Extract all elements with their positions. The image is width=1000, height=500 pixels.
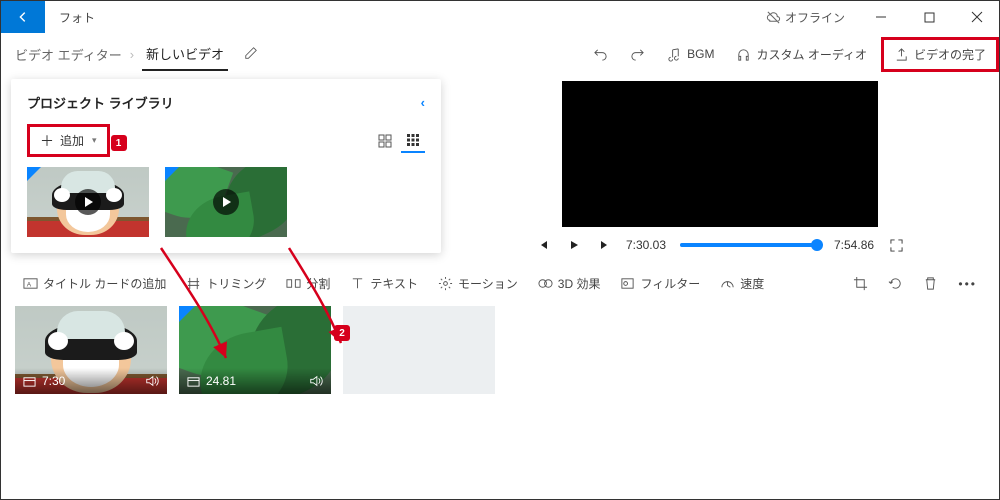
3d-label: 3D 効果: [558, 275, 601, 292]
motion-icon: [438, 276, 453, 291]
library-thumb-2[interactable]: [165, 167, 287, 237]
3d-effects-button[interactable]: 3D 効果: [530, 269, 609, 298]
finish-video-label: ビデオの完了: [914, 46, 986, 63]
rotate-icon: [888, 276, 903, 291]
time-total: 7:54.86: [834, 238, 874, 252]
body: プロジェクト ライブラリ ‹ ＋ 追加 ▾ 1: [1, 75, 999, 253]
filter-icon: [620, 276, 635, 291]
minimize-icon: [875, 11, 887, 23]
video-preview[interactable]: [562, 81, 878, 227]
duration-icon: [23, 375, 36, 388]
undo-icon: [593, 47, 608, 62]
svg-text:A: A: [27, 281, 32, 288]
project-name[interactable]: 新しいビデオ: [142, 38, 228, 71]
close-icon: [971, 11, 983, 23]
grid-large-icon: [378, 134, 392, 148]
annotation-arrow-2: [269, 243, 389, 363]
callout-badge-1: 1: [111, 135, 127, 151]
back-button[interactable]: [1, 1, 45, 33]
maximize-icon: [924, 12, 935, 23]
close-button[interactable]: [955, 1, 999, 33]
motion-label: モーション: [458, 275, 518, 292]
crop-icon: [853, 276, 868, 291]
command-bar: ビデオ エディター › 新しいビデオ BGM カスタム オーディオ ビデオの完了: [1, 33, 999, 75]
speed-icon: [720, 276, 735, 291]
bgm-button[interactable]: BGM: [659, 41, 722, 68]
3d-icon: [538, 276, 553, 291]
volume-icon: [309, 374, 323, 388]
fullscreen-icon: [890, 239, 903, 252]
more-button[interactable]: •••: [950, 271, 985, 297]
headphones-icon: [736, 47, 751, 62]
time-current: 7:30.03: [626, 238, 666, 252]
maximize-button[interactable]: [907, 1, 951, 33]
plus-icon: ＋: [40, 134, 54, 148]
annotation-arrow-1: [131, 243, 251, 373]
redo-icon: [630, 47, 645, 62]
prev-icon: [538, 239, 550, 251]
seek-slider[interactable]: [680, 243, 820, 247]
play-icon: [213, 189, 239, 215]
finish-video-button[interactable]: ビデオの完了: [884, 40, 996, 69]
callout-3: ビデオの完了 3: [881, 37, 999, 72]
pencil-icon: [244, 46, 258, 60]
view-small-button[interactable]: [401, 129, 425, 153]
more-icon: •••: [958, 277, 977, 291]
minimize-button[interactable]: [859, 1, 903, 33]
offline-label: オフライン: [785, 9, 845, 26]
next-icon: [598, 239, 610, 251]
music-icon: [667, 47, 682, 62]
rotate-button[interactable]: [880, 270, 911, 297]
custom-audio-button[interactable]: カスタム オーディオ: [728, 40, 875, 69]
custom-audio-label: カスタム オーディオ: [756, 46, 867, 63]
play-icon: [568, 239, 580, 251]
export-icon: [894, 47, 909, 62]
callout-badge-2: 2: [334, 325, 350, 341]
undo-button[interactable]: [585, 41, 616, 68]
fullscreen-button[interactable]: [888, 237, 904, 253]
collapse-library-button[interactable]: ‹: [421, 95, 425, 110]
prev-frame-button[interactable]: [536, 237, 552, 253]
title-card-icon: A: [23, 276, 38, 291]
offline-indicator: オフライン: [756, 9, 855, 26]
project-library-card: プロジェクト ライブラリ ‹ ＋ 追加 ▾ 1: [11, 79, 441, 253]
crop-button[interactable]: [845, 270, 876, 297]
playback-controls: 7:30.03 7:54.86: [536, 237, 904, 253]
redo-button[interactable]: [622, 41, 653, 68]
arrow-left-icon: [16, 10, 30, 24]
next-frame-button[interactable]: [596, 237, 612, 253]
filter-label: フィルター: [640, 275, 700, 292]
add-media-button[interactable]: ＋ 追加 ▾: [30, 127, 107, 154]
grid-small-icon: [406, 133, 420, 147]
speed-label: 速度: [740, 275, 764, 292]
app-title: フォト: [45, 9, 756, 26]
delete-button[interactable]: [915, 270, 946, 297]
chevron-right-icon: ›: [130, 47, 134, 62]
clip-duration: 24.81: [206, 374, 236, 388]
motion-button[interactable]: モーション: [430, 269, 526, 298]
add-media-label: 追加: [60, 132, 84, 149]
title-bar: フォト オフライン: [1, 1, 999, 33]
clip-duration: 7:30: [42, 374, 65, 388]
duration-icon: [187, 375, 200, 388]
app-window: フォト オフライン ビデオ エディター › 新しいビデオ: [0, 0, 1000, 500]
play-icon: [75, 189, 101, 215]
breadcrumb-root[interactable]: ビデオ エディター: [15, 45, 122, 64]
speed-button[interactable]: 速度: [712, 269, 772, 298]
callout-1: ＋ 追加 ▾ 1: [27, 124, 110, 157]
breadcrumb: ビデオ エディター › 新しいビデオ: [15, 38, 258, 71]
trash-icon: [923, 276, 938, 291]
bgm-label: BGM: [687, 47, 714, 61]
library-title: プロジェクト ライブラリ: [27, 93, 174, 112]
filter-button[interactable]: フィルター: [612, 269, 708, 298]
chevron-down-icon: ▾: [92, 135, 97, 146]
preview-panel: 7:30.03 7:54.86: [451, 79, 989, 253]
cloud-off-icon: [766, 10, 781, 25]
rename-button[interactable]: [244, 46, 258, 63]
play-button[interactable]: [566, 237, 582, 253]
volume-icon: [145, 374, 159, 388]
view-large-button[interactable]: [373, 129, 397, 153]
library-thumb-1[interactable]: [27, 167, 149, 237]
